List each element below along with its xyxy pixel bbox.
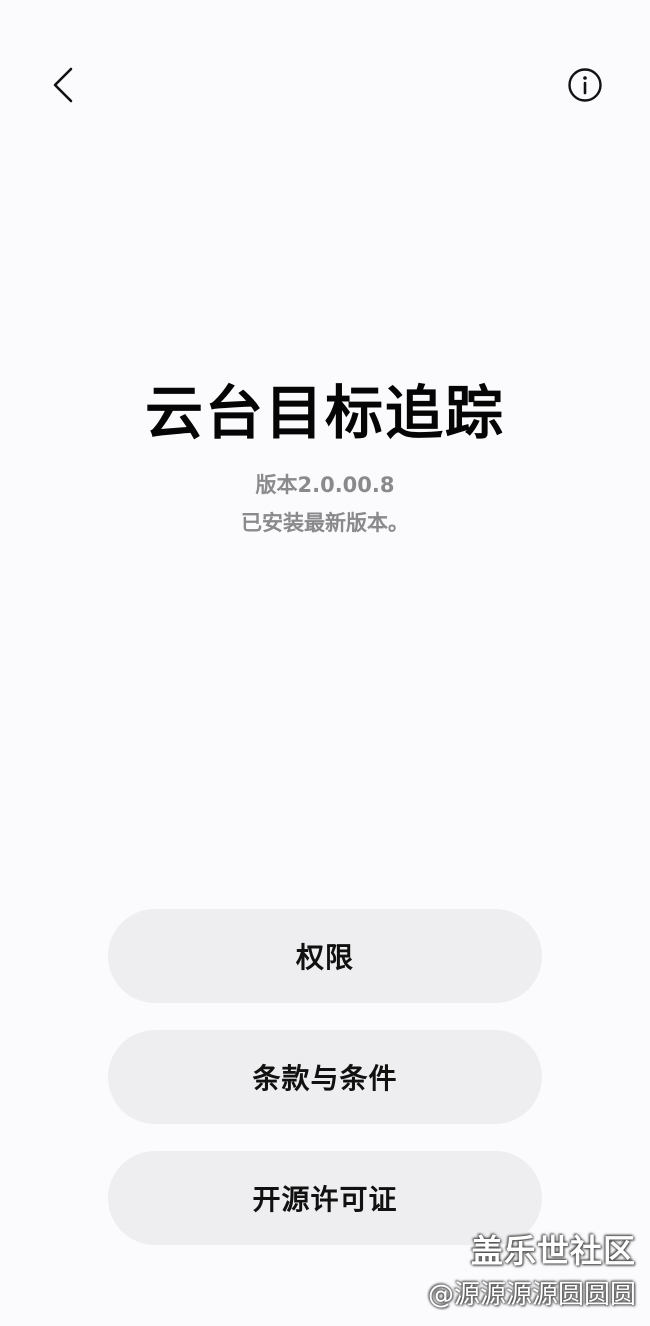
top-bar xyxy=(0,0,650,175)
open-source-license-button-label: 开源许可证 xyxy=(252,1183,398,1216)
chevron-left-icon xyxy=(51,66,75,108)
terms-button[interactable]: 条款与条件 xyxy=(108,1030,542,1124)
info-circle-icon xyxy=(567,67,603,107)
version-text: 版本2.0.00.8 xyxy=(255,473,395,497)
permissions-button-label: 权限 xyxy=(295,941,354,974)
permissions-button[interactable]: 权限 xyxy=(108,909,542,1003)
watermark-user: @源源源源圆圆圆 xyxy=(427,1280,636,1310)
app-title: 云台目标追踪 xyxy=(144,379,505,447)
back-button[interactable] xyxy=(38,62,88,112)
update-status-text: 已安装最新版本。 xyxy=(241,511,409,535)
terms-button-label: 条款与条件 xyxy=(252,1062,398,1095)
info-button[interactable] xyxy=(560,62,610,112)
watermark-site: 盖乐世社区 xyxy=(470,1232,636,1270)
